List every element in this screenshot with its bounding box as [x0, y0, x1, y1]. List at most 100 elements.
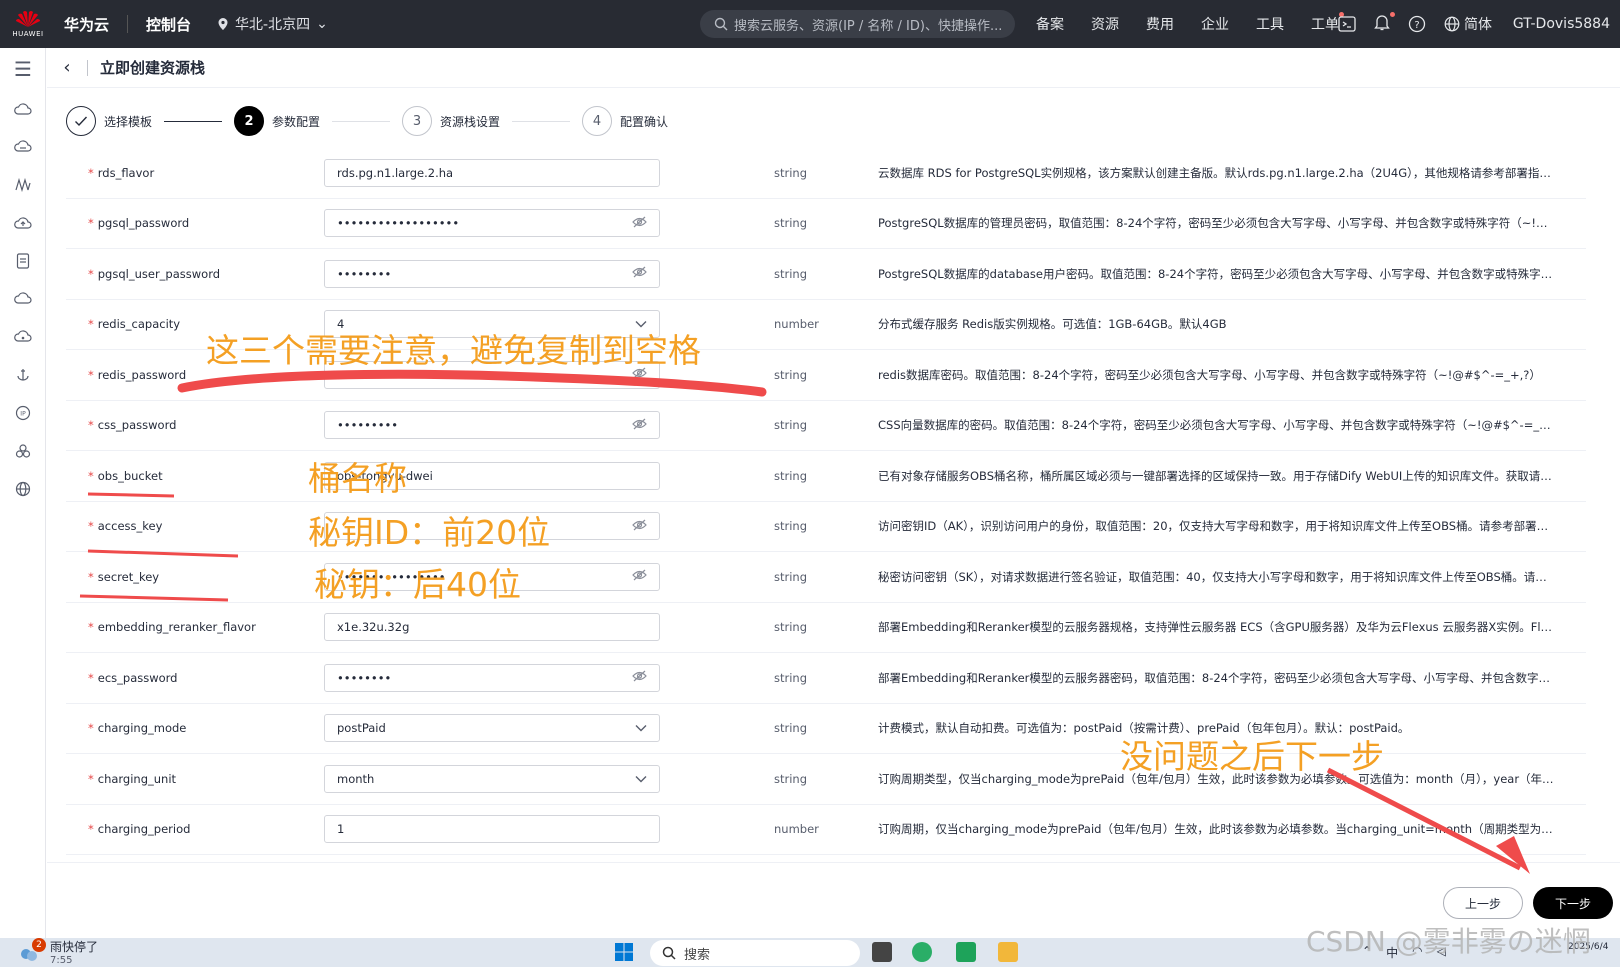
- nav-tools[interactable]: 工具: [1256, 14, 1284, 34]
- top-nav-links: 备案 资源 费用 企业 工具 工单: [1036, 0, 1344, 48]
- wechat-icon[interactable]: [912, 942, 932, 962]
- eye-hidden-icon[interactable]: [632, 569, 647, 584]
- cloud-network-icon[interactable]: [0, 318, 46, 356]
- param-type: string: [774, 266, 808, 281]
- search-icon: [662, 946, 676, 960]
- param-name: * ecs_password: [88, 671, 178, 685]
- param-description: 已有对象存储服务OBS桶名称，桶所属区域必须与一键部署选择的区域保持一致。用于存…: [878, 468, 1558, 483]
- previous-step-button[interactable]: 上一步: [1443, 887, 1523, 919]
- windows-start-icon[interactable]: [614, 942, 634, 962]
- table-row: * css_password ••••••••• string CSS向量数据库的密码。…: [66, 401, 1586, 451]
- param-name-text: secret_key: [97, 569, 160, 584]
- param-name: * charging_period: [88, 822, 190, 836]
- param-value: ••••••••: [337, 670, 392, 685]
- eye-hidden-icon[interactable]: [632, 266, 647, 281]
- eye-hidden-icon[interactable]: [632, 670, 647, 685]
- param-name-text: charging_mode: [97, 721, 187, 736]
- global-search-input[interactable]: 搜索云服务、资源(IP / 名称 / ID)、快捷操作...: [700, 10, 1015, 38]
- terminal-icon[interactable]: [1338, 16, 1356, 32]
- divider: [87, 59, 88, 76]
- param-type: string: [774, 771, 808, 786]
- param-input[interactable]: rds.pg.n1.large.2.ha: [324, 158, 660, 187]
- svg-text:?: ?: [1414, 20, 1419, 31]
- step-select-template[interactable]: 选择模板: [66, 106, 152, 136]
- annotation-next-note: 没问题之后下一步: [1120, 737, 1384, 776]
- nav-beian[interactable]: 备案: [1036, 14, 1064, 34]
- param-input[interactable]: 1: [324, 815, 660, 844]
- nav-billing[interactable]: 费用: [1146, 14, 1174, 34]
- param-description: CSS向量数据库的密码。取值范围：8-24个字符，密码至少必须包含大写字母、小写…: [878, 418, 1558, 433]
- language-switch[interactable]: 简体: [1444, 14, 1492, 34]
- required-marker: *: [88, 519, 94, 534]
- globe-network-icon[interactable]: [0, 470, 46, 508]
- cloud-storage-icon[interactable]: [0, 280, 46, 318]
- param-password-input[interactable]: •••••••••: [324, 411, 660, 440]
- param-description: 分布式缓存服务 Redis版实例规格。可选值：1GB-64GB。默认4GB: [878, 317, 1227, 332]
- folder-icon[interactable]: [998, 942, 1018, 962]
- huawei-logo[interactable]: HUAWEI: [0, 0, 56, 48]
- user-account[interactable]: GT-Dovis5884: [1513, 0, 1610, 48]
- param-select[interactable]: postPaid: [324, 714, 660, 743]
- eye-hidden-icon[interactable]: [632, 216, 647, 231]
- nav-enterprise[interactable]: 企业: [1201, 14, 1229, 34]
- taskbar-search-input[interactable]: 搜索: [650, 940, 860, 966]
- param-type: string: [774, 468, 808, 483]
- document-icon[interactable]: [0, 242, 46, 280]
- huawei-petal-icon: [16, 11, 40, 27]
- param-name: * obs_bucket: [88, 469, 163, 483]
- anchor-icon[interactable]: [0, 356, 46, 394]
- nav-resources[interactable]: 资源: [1091, 14, 1119, 34]
- cloud-icon[interactable]: [0, 90, 46, 128]
- param-password-input[interactable]: ••••••••: [324, 663, 660, 692]
- app-icon[interactable]: [956, 942, 976, 962]
- region-selector[interactable]: 华北-北京四 ⌄: [217, 14, 328, 34]
- logo-text: HUAWEI: [12, 30, 44, 38]
- param-select[interactable]: month: [324, 764, 660, 793]
- cloud-upload-icon[interactable]: [0, 204, 46, 242]
- cloud-server-icon[interactable]: [0, 128, 46, 166]
- console-link[interactable]: 控制台: [146, 14, 191, 35]
- location-pin-icon: [218, 18, 228, 30]
- cluster-icon[interactable]: [0, 432, 46, 470]
- param-name-text: ecs_password: [97, 670, 178, 685]
- param-value: rds.pg.n1.large.2.ha: [337, 165, 454, 180]
- brand-name[interactable]: 华为云: [64, 14, 109, 35]
- eye-hidden-icon[interactable]: [632, 418, 647, 433]
- ai-model-icon[interactable]: [0, 166, 46, 204]
- top-nav-bar: HUAWEI 华为云 控制台 华北-北京四 ⌄ 搜索云服务、资源(IP / 名称…: [0, 0, 1620, 48]
- notification-badge: 2: [32, 938, 46, 952]
- required-marker: *: [88, 216, 94, 231]
- chevron-down-icon: ⌄: [316, 16, 328, 32]
- step-number: 4: [582, 106, 613, 136]
- nav-tickets[interactable]: 工单: [1311, 12, 1344, 34]
- param-name: * embedding_reranker_flavor: [88, 620, 256, 634]
- ip-icon[interactable]: IP: [0, 394, 46, 432]
- table-row: * obs_bucket obs-tongyu-dwei string 已有对象存储服务…: [66, 451, 1586, 502]
- step-label: 选择模板: [104, 114, 153, 129]
- back-arrow-icon[interactable]: ‹: [47, 57, 87, 78]
- required-marker: *: [88, 317, 94, 332]
- annotation-sk-note: 秘钥：后40位: [314, 565, 521, 604]
- bell-icon[interactable]: [1374, 11, 1395, 35]
- param-name-text: obs_bucket: [97, 468, 163, 483]
- table-row: * ecs_password •••••••• string 部署Embedding和R…: [66, 653, 1586, 704]
- help-icon[interactable]: ?: [1408, 15, 1426, 33]
- param-input[interactable]: x1e.32u.32g: [324, 613, 660, 642]
- annotation-bucket-note: 桶名称: [308, 459, 407, 498]
- weather-widget[interactable]: 2 雨快停了 7:55: [18, 938, 98, 967]
- menu-icon[interactable]: ☰: [0, 48, 46, 90]
- param-password-input[interactable]: ••••••••: [324, 259, 660, 288]
- step-confirm: 4 配置确认: [582, 106, 668, 136]
- param-password-input[interactable]: ••••••••••••••••••: [324, 209, 660, 238]
- check-icon: [66, 106, 96, 136]
- param-description: PostgreSQL数据库的管理员密码，取值范围：8-24个字符，密码至少必须包…: [878, 216, 1558, 231]
- divider: [127, 15, 129, 33]
- required-marker: *: [88, 620, 94, 635]
- eye-hidden-icon[interactable]: [632, 519, 647, 534]
- weather-time: 7:55: [50, 955, 73, 966]
- next-step-button[interactable]: 下一步: [1533, 887, 1613, 919]
- step-param-config[interactable]: 2 参数配置: [234, 106, 320, 136]
- step-stack-settings: 3 资源栈设置: [402, 106, 500, 136]
- task-view-icon[interactable]: [872, 942, 892, 962]
- param-type: string: [774, 165, 808, 180]
